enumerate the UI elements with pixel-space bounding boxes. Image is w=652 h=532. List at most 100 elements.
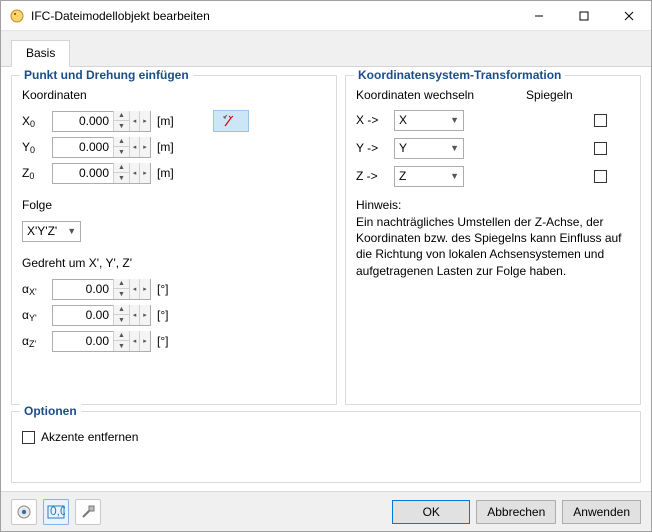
ok-button[interactable]: OK	[392, 500, 470, 524]
cancel-button[interactable]: Abbrechen	[476, 500, 556, 524]
swap-x-label: X ->	[356, 113, 386, 127]
swap-row-z: Z -> Z▼	[356, 162, 630, 190]
swap-y-label: Y ->	[356, 141, 386, 155]
mirror-x-checkbox[interactable]	[594, 114, 607, 127]
swap-z-label: Z ->	[356, 169, 386, 183]
x0-up[interactable]: ▲	[114, 111, 129, 121]
remove-accents-label: Akzente entfernen	[41, 430, 138, 444]
row-ay: αY' ▲▼ ◂▸ [°]	[22, 302, 326, 328]
units-button[interactable]: 0,00	[43, 499, 69, 525]
ax-step-inc[interactable]: ▸	[140, 279, 150, 299]
az-spinner[interactable]: ▲▼ ◂▸	[52, 331, 151, 352]
x0-label: X0	[22, 114, 46, 128]
ay-unit: [°]	[157, 308, 181, 322]
y0-unit: [m]	[157, 140, 181, 154]
x0-step-inc[interactable]: ▸	[140, 111, 150, 131]
swap-x-select[interactable]: X▼	[394, 110, 464, 131]
chevron-down-icon: ▼	[450, 171, 459, 181]
z0-input[interactable]	[53, 166, 113, 180]
chevron-down-icon: ▼	[67, 226, 76, 236]
x0-down[interactable]: ▼	[114, 121, 129, 131]
group-insert-title: Punkt und Drehung einfügen	[20, 68, 193, 82]
ay-up[interactable]: ▲	[114, 305, 129, 315]
z0-step-dec[interactable]: ◂	[130, 163, 140, 183]
z0-label: Z0	[22, 166, 46, 180]
group-transform: Koordinatensystem-Transformation Koordin…	[345, 75, 641, 405]
x0-step-dec[interactable]: ◂	[130, 111, 140, 131]
az-input[interactable]	[53, 334, 113, 348]
y0-label: Y0	[22, 140, 46, 154]
mirror-z-checkbox[interactable]	[594, 170, 607, 183]
az-step-inc[interactable]: ▸	[140, 331, 150, 351]
x0-input[interactable]	[53, 114, 113, 128]
ax-input[interactable]	[53, 282, 113, 296]
row-ax: αX' ▲▼ ◂▸ [°]	[22, 276, 326, 302]
help-button[interactable]	[11, 499, 37, 525]
hint-title: Hinweis:	[356, 198, 630, 212]
svg-text:0,00: 0,00	[50, 505, 65, 518]
ax-unit: [°]	[157, 282, 181, 296]
z0-up[interactable]: ▲	[114, 163, 129, 173]
tab-bar: Basis	[1, 31, 651, 67]
folge-value: X'Y'Z'	[27, 224, 57, 238]
swap-z-select[interactable]: Z▼	[394, 166, 464, 187]
az-down[interactable]: ▼	[114, 341, 129, 351]
y0-spinner[interactable]: ▲▼ ◂▸	[52, 137, 151, 158]
mirror-head: Spiegeln	[526, 88, 573, 102]
ay-down[interactable]: ▼	[114, 315, 129, 325]
dialog-window: IFC-Dateimodellobjekt bearbeiten Basis P…	[0, 0, 652, 532]
ay-input[interactable]	[53, 308, 113, 322]
ax-down[interactable]: ▼	[114, 289, 129, 299]
swap-head: Koordinaten wechseln	[356, 88, 506, 102]
y0-step-inc[interactable]: ▸	[140, 137, 150, 157]
ay-step-dec[interactable]: ◂	[130, 305, 140, 325]
ax-up[interactable]: ▲	[114, 279, 129, 289]
ax-step-dec[interactable]: ◂	[130, 279, 140, 299]
row-az: αZ' ▲▼ ◂▸ [°]	[22, 328, 326, 354]
y0-down[interactable]: ▼	[114, 147, 129, 157]
folge-label: Folge	[22, 198, 326, 212]
y0-up[interactable]: ▲	[114, 137, 129, 147]
pick-point-button[interactable]	[213, 110, 249, 132]
az-step-dec[interactable]: ◂	[130, 331, 140, 351]
x0-spinner[interactable]: ▲▼ ◂▸	[52, 111, 151, 132]
ay-step-inc[interactable]: ▸	[140, 305, 150, 325]
maximize-button[interactable]	[561, 1, 606, 30]
swap-y-select[interactable]: Y▼	[394, 138, 464, 159]
group-insert: Punkt und Drehung einfügen Koordinaten X…	[11, 75, 337, 405]
x0-unit: [m]	[157, 114, 181, 128]
z0-unit: [m]	[157, 166, 181, 180]
folge-select[interactable]: X'Y'Z' ▼	[22, 221, 81, 242]
settings-button[interactable]	[75, 499, 101, 525]
app-icon	[9, 8, 25, 24]
z0-step-inc[interactable]: ▸	[140, 163, 150, 183]
group-transform-title: Koordinatensystem-Transformation	[354, 68, 565, 82]
coord-label: Koordinaten	[22, 88, 326, 102]
apply-button[interactable]: Anwenden	[562, 500, 641, 524]
swap-row-y: Y -> Y▼	[356, 134, 630, 162]
remove-accents-checkbox[interactable]	[22, 431, 35, 444]
az-label: αZ'	[22, 334, 46, 348]
mirror-y-checkbox[interactable]	[594, 142, 607, 155]
chevron-down-icon: ▼	[450, 143, 459, 153]
tab-basis[interactable]: Basis	[11, 40, 70, 67]
az-up[interactable]: ▲	[114, 331, 129, 341]
y0-input[interactable]	[53, 140, 113, 154]
group-options-title: Optionen	[20, 404, 81, 418]
y0-step-dec[interactable]: ◂	[130, 137, 140, 157]
ay-label: αY'	[22, 308, 46, 322]
row-y0: Y0 ▲▼ ◂▸ [m]	[22, 134, 326, 160]
az-unit: [°]	[157, 334, 181, 348]
minimize-button[interactable]	[516, 1, 561, 30]
window-title: IFC-Dateimodellobjekt bearbeiten	[31, 9, 516, 23]
ay-spinner[interactable]: ▲▼ ◂▸	[52, 305, 151, 326]
ax-spinner[interactable]: ▲▼ ◂▸	[52, 279, 151, 300]
row-folge: X'Y'Z' ▼	[22, 218, 326, 244]
dialog-body: Punkt und Drehung einfügen Koordinaten X…	[1, 67, 651, 491]
z0-down[interactable]: ▼	[114, 173, 129, 183]
rotated-label: Gedreht um X', Y', Z'	[22, 256, 326, 270]
hint-body: Ein nachträgliches Umstellen der Z-Achse…	[356, 214, 630, 279]
ax-label: αX'	[22, 282, 46, 296]
close-button[interactable]	[606, 1, 651, 30]
z0-spinner[interactable]: ▲▼ ◂▸	[52, 163, 151, 184]
